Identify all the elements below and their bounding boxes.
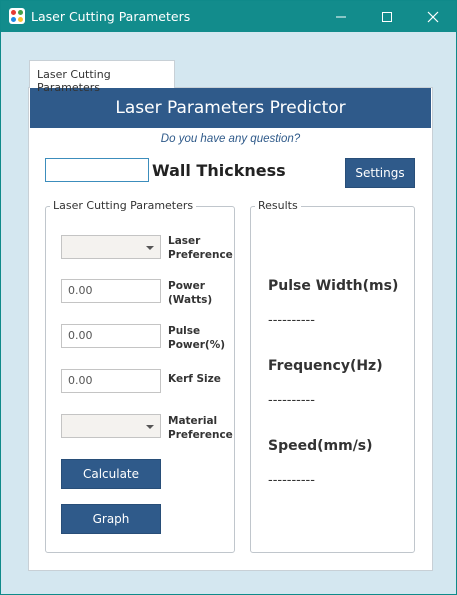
wall-thickness-label: Wall Thickness: [152, 161, 286, 180]
header-banner: Laser Parameters Predictor: [30, 88, 431, 128]
material-preference-label: Material Preference: [168, 414, 233, 442]
app-logo-icon: [9, 8, 25, 24]
frequency-label: Frequency(Hz): [268, 358, 383, 374]
maximize-icon: [382, 12, 392, 22]
calculate-button[interactable]: Calculate: [61, 459, 161, 489]
material-preference-select[interactable]: [61, 414, 161, 438]
minimize-icon: [336, 16, 346, 18]
pulse-power-input[interactable]: 0.00: [61, 324, 161, 348]
kerf-size-input[interactable]: 0.00: [61, 369, 161, 393]
speed-label: Speed(mm/s): [268, 438, 373, 454]
pulse-power-label: Pulse Power(%): [168, 324, 225, 352]
material-preference-label-line1: Material: [168, 415, 218, 427]
app-window: Laser Cutting Parameters Laser Cutting P…: [0, 0, 457, 595]
graph-button[interactable]: Graph: [61, 504, 161, 534]
pulse-width-label: Pulse Width(ms): [268, 278, 399, 294]
speed-value: ----------: [268, 473, 315, 488]
power-label: Power (Watts): [168, 279, 212, 307]
laser-preference-label-line1: Laser: [168, 235, 201, 247]
chevron-down-icon: [146, 246, 154, 250]
kerf-size-label: Kerf Size: [168, 373, 221, 385]
maximize-button[interactable]: [364, 1, 410, 32]
power-label-line1: Power: [168, 280, 205, 292]
pulse-power-label-line2: Power(%): [168, 339, 226, 351]
laser-preference-label-line2: Preference: [168, 249, 233, 261]
title-bar[interactable]: Laser Cutting Parameters: [1, 1, 456, 32]
pulse-width-value: ----------: [268, 313, 315, 328]
laser-preference-select[interactable]: [61, 235, 161, 259]
close-icon: [427, 11, 439, 23]
pulse-power-label-line1: Pulse: [168, 325, 201, 337]
tab-label: Laser Cutting Parameters: [37, 68, 111, 94]
laser-preference-label: Laser Preference: [168, 234, 233, 262]
frequency-value: ----------: [268, 393, 315, 408]
question-link[interactable]: Do you have any question?: [30, 133, 431, 145]
parameters-group-title: Laser Cutting Parameters: [50, 199, 197, 212]
results-group: [250, 206, 415, 553]
window-title: Laser Cutting Parameters: [31, 9, 191, 24]
power-label-line2: (Watts): [168, 294, 213, 306]
minimize-button[interactable]: [318, 1, 364, 32]
banner-title: Laser Parameters Predictor: [115, 98, 346, 118]
wall-thickness-input[interactable]: [45, 158, 149, 182]
tab-laser-cutting-parameters[interactable]: Laser Cutting Parameters: [29, 60, 175, 94]
results-group-title: Results: [255, 199, 301, 212]
close-button[interactable]: [410, 1, 456, 32]
power-input[interactable]: 0.00: [61, 279, 161, 303]
settings-button[interactable]: Settings: [345, 158, 415, 188]
material-preference-label-line2: Preference: [168, 429, 233, 441]
chevron-down-icon: [146, 425, 154, 429]
